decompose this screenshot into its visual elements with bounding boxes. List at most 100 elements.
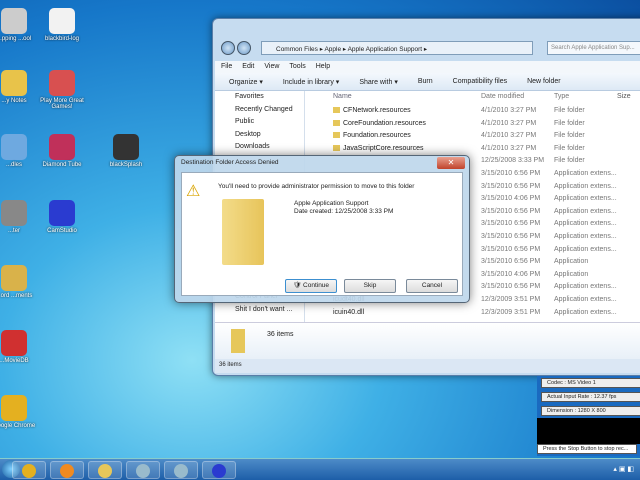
breadcrumb-item[interactable]: Apple Application Support: [348, 46, 422, 53]
details-pane: 36 items: [215, 322, 640, 359]
dialog-message: You'll need to provide administrator per…: [218, 183, 415, 190]
file-name: Foundation.resources: [343, 132, 411, 140]
app-a-icon: [136, 464, 150, 478]
file-type: Application extens...: [554, 283, 617, 291]
folder-icon: [333, 107, 340, 114]
file-type: Application extens...: [554, 182, 617, 190]
file-type: Application extens...: [554, 296, 617, 303]
skip-button[interactable]: Skip: [344, 279, 396, 293]
file-date: 12/3/2009 3:51 PM: [481, 308, 541, 316]
desktop-icon[interactable]: blackSplash: [98, 134, 154, 168]
nav-item[interactable]: Public: [215, 116, 304, 129]
dimension-readout: Dimension : 1280 X 800: [541, 406, 640, 416]
file-date: 4/1/2010 3:27 PM: [481, 119, 537, 127]
search-input[interactable]: Search Apple Application Sup...: [547, 41, 640, 55]
status-bar: 36 items: [215, 359, 640, 373]
col-date[interactable]: Date modified: [481, 93, 524, 100]
desktop-icon[interactable]: ...MovieDB: [0, 330, 42, 364]
nav-item[interactable]: Desktop: [215, 129, 304, 142]
desktop-icon[interactable]: Google Chrome: [0, 395, 42, 429]
nav-item[interactable]: Shit I don't want ...: [215, 304, 292, 317]
taskbar-camstudio[interactable]: [202, 461, 236, 479]
taskbar-app-a[interactable]: [126, 461, 160, 479]
app-b-icon: [174, 464, 188, 478]
cancel-button[interactable]: Cancel: [406, 279, 458, 293]
menu-item[interactable]: View: [264, 63, 279, 71]
folder-name: Apple Application Support: [294, 200, 369, 207]
file-date: 3/15/2010 6:56 PM: [481, 245, 541, 253]
taskbar-media-player[interactable]: [50, 461, 84, 479]
file-row[interactable]: Foundation.resources 4/1/2010 3:27 PM File…: [305, 130, 640, 143]
desktop-icon[interactable]: CamStudio: [34, 200, 90, 234]
menu-item[interactable]: Edit: [242, 63, 254, 71]
shield-icon: 🛡: [292, 282, 302, 289]
icon-label: Play More Great Games!: [40, 98, 84, 110]
desktop-icon[interactable]: ...ord ...ments: [0, 265, 42, 299]
tray-icons[interactable]: ▴ ▣ ◧: [613, 465, 634, 473]
file-type: File folder: [554, 157, 585, 165]
file-date: 3/15/2010 4:06 PM: [481, 270, 541, 278]
app-icon: [49, 200, 75, 226]
nav-item[interactable]: Downloads: [215, 141, 304, 154]
back-button[interactable]: [221, 41, 235, 55]
file-type: File folder: [554, 132, 585, 140]
folder-icon: [333, 144, 340, 151]
toolbar-button[interactable]: Include in library ▾: [283, 78, 339, 86]
continue-button[interactable]: 🛡 Continue: [285, 279, 337, 293]
file-row[interactable]: icuin40.dll 12/3/2009 3:51 PM Application …: [305, 307, 640, 320]
toolbar-button[interactable]: Organize ▾: [229, 78, 263, 86]
file-row[interactable]: CFNetwork.resources 4/1/2010 3:27 PM File …: [305, 105, 640, 118]
icon-label: blackbird-log: [44, 36, 80, 42]
media-player-icon: [60, 464, 74, 478]
nav-item[interactable]: Recently Changed: [215, 104, 304, 117]
explorer-icon: [98, 464, 112, 478]
address-bar[interactable]: Common Files ▸ Apple ▸ Apple Application…: [261, 41, 533, 55]
desktop-icon[interactable]: blackbird-log: [34, 8, 90, 42]
file-type: Application: [554, 258, 589, 266]
toolbar-button[interactable]: Burn: [418, 78, 433, 85]
icon-label: ...ord ...ments: [0, 293, 33, 299]
file-date: 3/15/2010 6:56 PM: [481, 220, 541, 228]
col-size[interactable]: Size: [617, 93, 631, 100]
rate-readout: Actual Input Rate : 12.37 fps: [541, 392, 640, 402]
file-name: CFNetwork.resources: [343, 107, 411, 114]
breadcrumb-item[interactable]: Common Files: [276, 46, 318, 53]
forward-button[interactable]: [237, 41, 251, 55]
file-name: CoreFoundation.resources: [343, 119, 426, 127]
file-name: JavaScriptCore.resources: [343, 144, 424, 152]
file-date: 3/15/2010 6:56 PM: [481, 182, 541, 190]
col-name[interactable]: Name: [333, 93, 352, 100]
menu-item[interactable]: File: [221, 63, 232, 71]
nav-item[interactable]: Favorites: [215, 91, 304, 104]
app-icon: [113, 134, 139, 160]
file-type: Application: [554, 270, 589, 278]
col-type[interactable]: Type: [554, 93, 569, 100]
codec-readout: Codec : MS Video 1: [541, 378, 640, 388]
close-button[interactable]: ✕: [437, 157, 465, 169]
continue-label: Continue: [303, 282, 330, 289]
file-date: 3/15/2010 6:56 PM: [481, 233, 541, 240]
app-icon: [1, 200, 27, 226]
file-row[interactable]: JavaScriptCore.resources 4/1/2010 3:27 PM…: [305, 143, 640, 156]
menu-item[interactable]: Tools: [289, 63, 305, 71]
app-icon: [1, 8, 27, 34]
toolbar-button[interactable]: New folder: [527, 78, 560, 85]
toolbar-button[interactable]: Compatibility files: [453, 78, 507, 85]
app-icon: [49, 70, 75, 96]
toolbar-button[interactable]: Share with ▾: [359, 78, 398, 86]
folder-icon: [333, 119, 340, 126]
taskbar-chrome[interactable]: [12, 461, 46, 479]
file-date: 3/15/2010 6:56 PM: [481, 170, 541, 177]
icon-label: Diamond Tube: [42, 162, 82, 168]
file-date: 12/3/2009 3:51 PM: [481, 296, 541, 303]
desktop-icon[interactable]: Play More Great Games!: [34, 70, 90, 110]
file-row[interactable]: CoreFoundation.resources 4/1/2010 3:27 PM…: [305, 118, 640, 131]
menu-item[interactable]: Help: [316, 63, 330, 71]
desktop-icon[interactable]: Diamond Tube: [34, 134, 90, 168]
taskbar-explorer[interactable]: [88, 461, 122, 479]
file-date: 3/15/2010 6:56 PM: [481, 283, 541, 291]
file-type: Application extens...: [554, 195, 617, 203]
folder-icon: [222, 199, 264, 265]
breadcrumb-item[interactable]: Apple: [324, 46, 341, 53]
taskbar-app-b[interactable]: [164, 461, 198, 479]
